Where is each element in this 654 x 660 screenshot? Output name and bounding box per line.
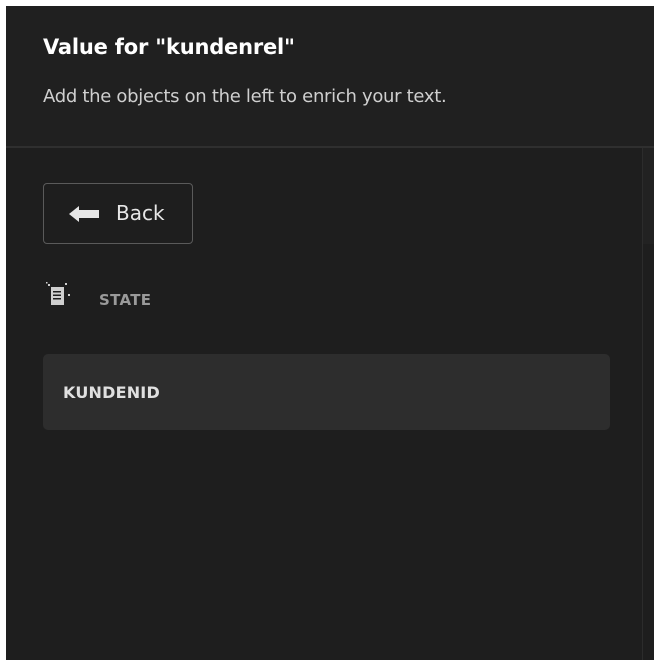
right-scroll-area [643,148,654,244]
right-divider [642,148,643,660]
panel-title: Value for "kundenrel" [43,35,295,59]
back-button-label: Back [116,201,165,225]
list-item-label: KUNDENID [63,383,160,402]
value-picker-panel: Value for "kundenrel" Add the objects on… [6,6,654,660]
list-item-kundenid[interactable]: KUNDENID [43,354,610,430]
panel-header: Value for "kundenrel" Add the objects on… [6,6,654,148]
arrow-left-icon [69,206,99,222]
back-button[interactable]: Back [43,183,193,244]
panel-subtitle: Add the objects on the left to enrich yo… [43,86,447,107]
state-document-icon [46,282,70,305]
section-label-state: STATE [99,291,152,309]
